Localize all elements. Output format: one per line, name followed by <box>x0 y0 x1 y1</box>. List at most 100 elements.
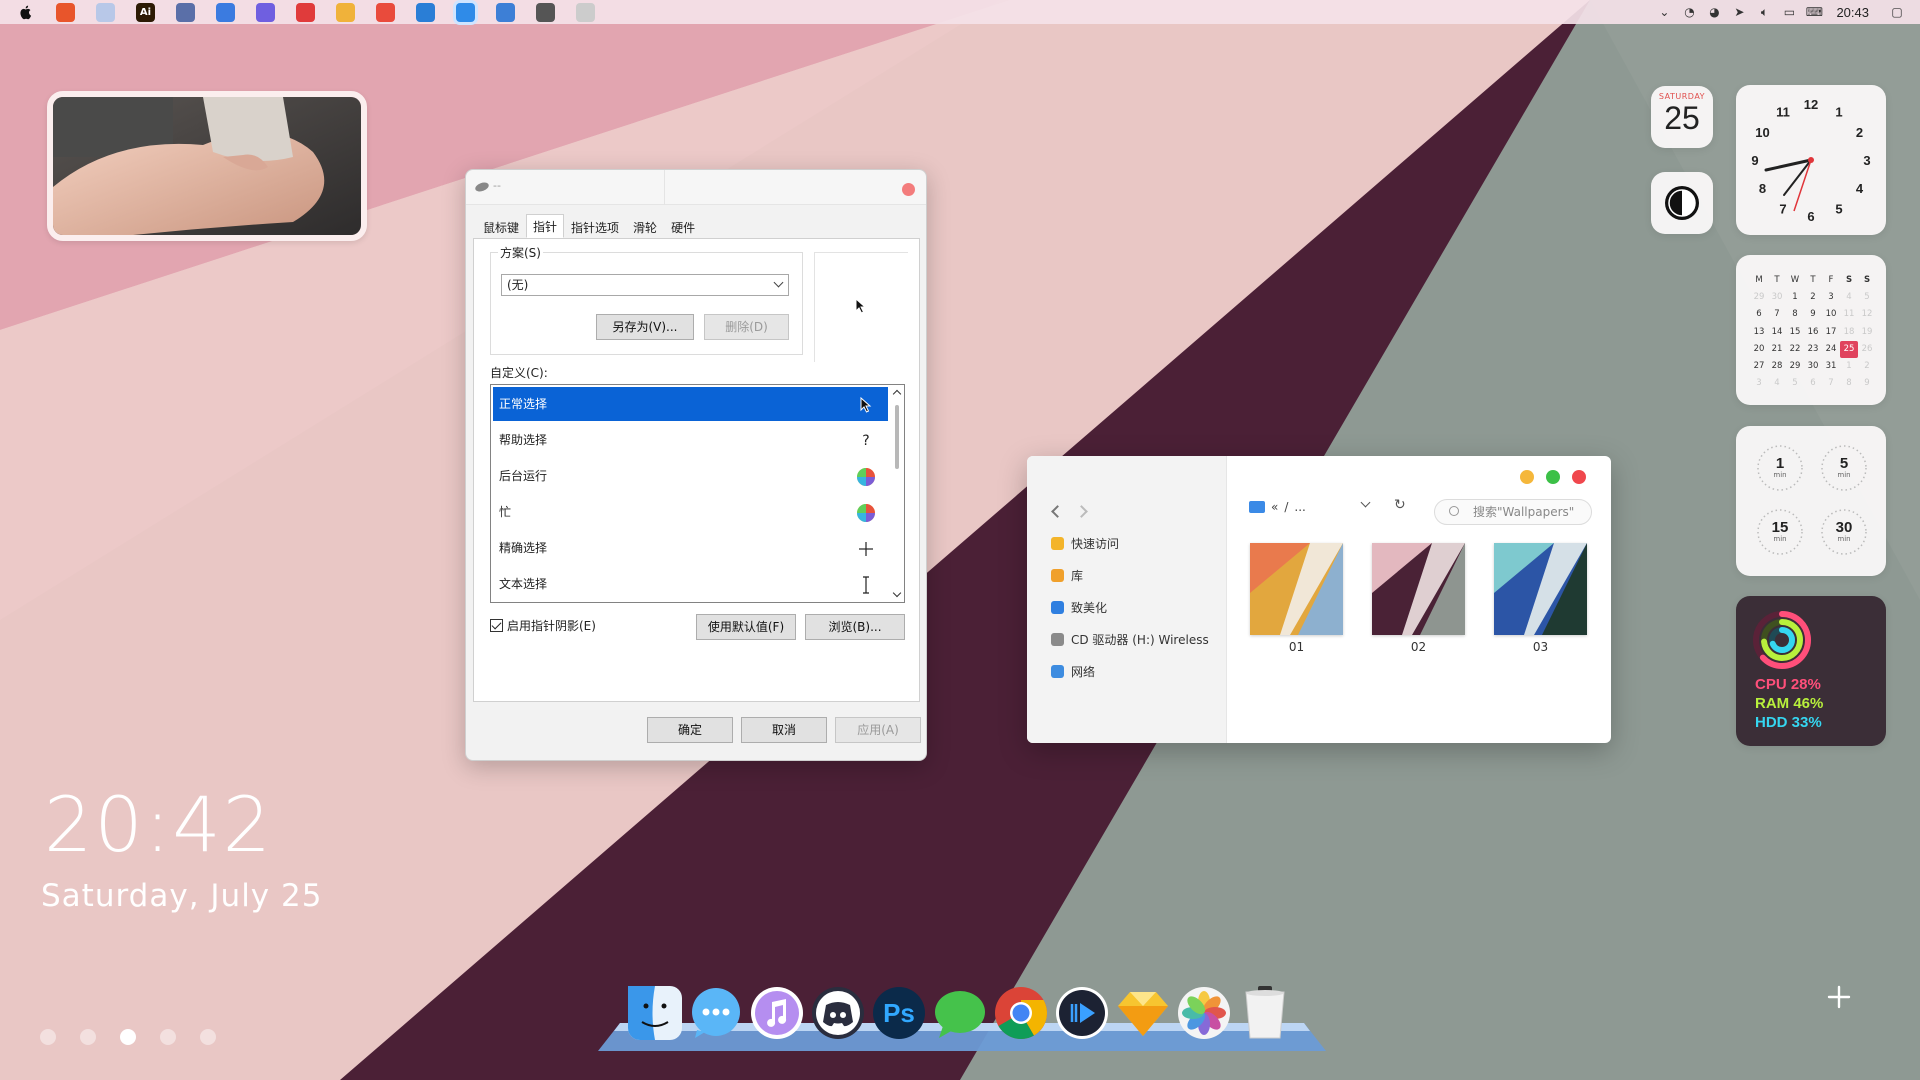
list-scrollbar[interactable] <box>890 385 904 602</box>
timer-1-min[interactable]: 1 min <box>1756 444 1804 492</box>
refresh-icon[interactable]: ↻ <box>1394 497 1406 513</box>
cancel-button[interactable]: 取消 <box>741 717 827 743</box>
calendar-day[interactable]: 11 <box>1840 306 1858 323</box>
photos-icon[interactable] <box>1177 986 1231 1040</box>
notes-icon[interactable] <box>216 2 235 22</box>
messages-icon[interactable] <box>689 986 743 1040</box>
timer-30-min[interactable]: 30 min <box>1820 508 1868 556</box>
chrome-icon[interactable] <box>376 2 395 22</box>
chevron-down-icon[interactable]: ⌄ <box>1657 5 1671 19</box>
keyboard-icon[interactable]: ⌨ <box>1806 5 1823 19</box>
cursor-row[interactable]: 精确选择 <box>493 531 888 565</box>
finder-icon[interactable] <box>628 986 682 1040</box>
minimize-button[interactable] <box>1520 470 1534 484</box>
file-name[interactable]: 03 <box>1494 640 1587 654</box>
add-widget-button[interactable] <box>1825 983 1853 1011</box>
calendar-day[interactable]: 8 <box>1840 375 1858 392</box>
page-dot[interactable] <box>160 1029 176 1045</box>
ok-button[interactable]: 确定 <box>647 717 733 743</box>
calendar-day[interactable]: 17 <box>1822 324 1840 341</box>
browse-button[interactable]: 浏览(B)... <box>805 614 905 640</box>
timer-15-min[interactable]: 15 min <box>1756 508 1804 556</box>
calendar-day[interactable]: 4 <box>1768 375 1786 392</box>
calendar-day[interactable]: 5 <box>1786 375 1804 392</box>
scheme-select[interactable]: (无) <box>501 274 789 296</box>
timer-5-min[interactable]: 5 min <box>1820 444 1868 492</box>
calendar-day[interactable]: 19 <box>1858 324 1876 341</box>
calendar-day[interactable]: 6 <box>1750 306 1768 323</box>
windows-app-icon[interactable] <box>496 2 515 22</box>
calendar-day[interactable]: 13 <box>1750 324 1768 341</box>
tab-1[interactable]: 指针 <box>526 214 565 238</box>
terminal-icon[interactable] <box>176 2 195 22</box>
photo-widget[interactable] <box>47 91 367 241</box>
calendar-day[interactable]: 1 <box>1840 358 1858 375</box>
calendar-day[interactable]: 15 <box>1786 324 1804 341</box>
use-default-button[interactable]: 使用默认值(F) <box>696 614 796 640</box>
calendar-day[interactable]: 2 <box>1858 358 1876 375</box>
calendar-day[interactable]: 16 <box>1804 324 1822 341</box>
calendar-today[interactable]: 25 <box>1840 340 1858 358</box>
close-button[interactable] <box>902 183 915 196</box>
tray-clock[interactable]: 20:43 <box>1836 5 1869 20</box>
itunes-icon[interactable] <box>750 986 804 1040</box>
calendar-day[interactable]: 18 <box>1840 324 1858 341</box>
page-dot[interactable] <box>200 1029 216 1045</box>
sidebar-item[interactable]: 致美化 <box>1051 599 1107 616</box>
maximize-button[interactable] <box>1546 470 1560 484</box>
file-name[interactable]: 01 <box>1250 640 1343 654</box>
office-icon[interactable] <box>56 2 75 22</box>
calendar-day[interactable]: 3 <box>1822 289 1840 306</box>
breadcrumb-more[interactable]: ... <box>1294 500 1305 514</box>
app-store-icon[interactable] <box>456 2 475 22</box>
paint-icon[interactable] <box>416 2 435 22</box>
calendar-day[interactable]: 5 <box>1858 289 1876 306</box>
calendar-day[interactable]: 30 <box>1804 358 1822 375</box>
volume-icon[interactable]: 🔈︎ <box>1757 5 1771 19</box>
calendar-day[interactable]: 30 <box>1768 289 1786 306</box>
illustrator-icon[interactable]: Ai <box>136 2 155 22</box>
sidebar-item[interactable]: 快速访问 <box>1051 535 1119 552</box>
sidebar-item[interactable]: 网络 <box>1051 663 1095 680</box>
apple-icon[interactable] <box>18 4 34 20</box>
delete-button[interactable]: 删除(D) <box>704 314 789 340</box>
trash-icon[interactable] <box>1238 986 1292 1040</box>
qq-icon-2[interactable]: ◕ <box>1707 5 1721 19</box>
calendar-day[interactable]: 27 <box>1750 358 1768 375</box>
breadcrumb[interactable]: « / ... <box>1249 500 1306 514</box>
media-player-icon[interactable] <box>1055 986 1109 1040</box>
paint-app-icon[interactable] <box>96 2 115 22</box>
calendar-day[interactable]: 23 <box>1804 341 1822 358</box>
calendar-day[interactable]: 24 <box>1822 341 1840 358</box>
scroll-thumb[interactable] <box>895 405 899 469</box>
cursor-row[interactable]: 忙 <box>493 495 888 529</box>
analog-clock-widget[interactable]: 11 10 9 8 7 6 5 4 3 2 1 12 <box>1736 85 1886 235</box>
wechat-icon[interactable] <box>933 986 987 1040</box>
calendar-day[interactable]: 9 <box>1804 306 1822 323</box>
wallpaper-thumbnail[interactable] <box>1250 543 1343 635</box>
breadcrumb-back[interactable]: « <box>1271 500 1278 514</box>
dialog-titlebar[interactable]: -- <box>466 170 926 205</box>
calendar-day[interactable]: 21 <box>1768 341 1786 358</box>
calendar-day[interactable]: 6 <box>1804 375 1822 392</box>
chrome-icon[interactable] <box>994 986 1048 1040</box>
calendar-day[interactable]: 4 <box>1840 289 1858 306</box>
sidebar-item[interactable]: CD 驱动器 (H:) Wireless <box>1051 631 1209 648</box>
calendar-day[interactable]: 14 <box>1768 324 1786 341</box>
calendar-day[interactable]: 1 <box>1786 289 1804 306</box>
wallpaper-thumbnail[interactable] <box>1494 543 1587 635</box>
chevron-down-icon[interactable] <box>1360 497 1371 508</box>
calendar-day[interactable]: 10 <box>1822 306 1840 323</box>
wallpaper-thumbnail[interactable] <box>1372 543 1465 635</box>
save-as-button[interactable]: 另存为(V)... <box>596 314 694 340</box>
calendar-day[interactable]: 31 <box>1822 358 1840 375</box>
tab-0[interactable]: 鼠标键 <box>476 216 526 238</box>
system-stats-widget[interactable]: CPU 28% RAM 46% HDD 33% <box>1736 596 1886 746</box>
file-name[interactable]: 02 <box>1372 640 1465 654</box>
back-icon[interactable] <box>1051 505 1064 518</box>
qq-icon[interactable]: ◔ <box>1682 5 1696 19</box>
cursor-row[interactable]: 文本选择 <box>493 567 888 601</box>
attachment-icon[interactable] <box>536 2 555 22</box>
scroll-up-icon[interactable] <box>892 389 902 399</box>
calendar-day[interactable]: 20 <box>1750 341 1768 358</box>
